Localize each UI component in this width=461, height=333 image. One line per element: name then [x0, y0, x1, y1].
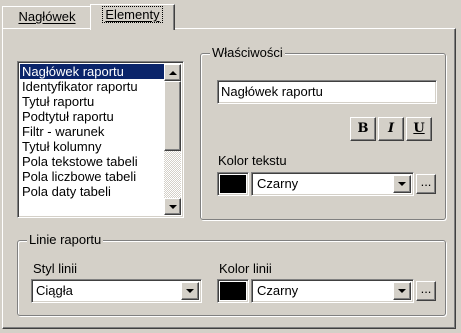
- scroll-thumb[interactable]: [164, 81, 181, 151]
- text-color-swatch-box: [217, 172, 249, 196]
- tab-elementy[interactable]: Elementy: [90, 4, 175, 30]
- elements-listbox[interactable]: Nagłówek raportu Identyfikator raportu T…: [17, 61, 184, 218]
- line-style-dropdown-button[interactable]: [181, 282, 199, 300]
- line-color-select[interactable]: Czarny: [251, 279, 414, 303]
- report-lines-legend: Linie raportu: [27, 232, 104, 247]
- list-item[interactable]: Pola liczbowe tabeli: [20, 169, 165, 184]
- list-item[interactable]: Podtytuł raportu: [20, 109, 165, 124]
- chevron-down-icon: [186, 289, 194, 293]
- line-color-swatch-box: [217, 279, 249, 303]
- properties-legend: Właściwości: [210, 45, 285, 60]
- underline-icon: U: [413, 121, 425, 136]
- arrow-down-icon: [168, 204, 177, 209]
- line-style-label: Styl linii: [33, 261, 78, 276]
- list-item[interactable]: Nagłówek raportu: [20, 64, 165, 79]
- text-color-swatch: [220, 175, 246, 193]
- text-color-label: Kolor tekstu: [218, 153, 287, 168]
- chevron-down-icon: [398, 182, 406, 186]
- line-color-swatch: [220, 282, 246, 300]
- scroll-up-button[interactable]: [164, 64, 181, 81]
- list-item[interactable]: Identyfikator raportu: [20, 79, 165, 94]
- line-color-dropdown-button[interactable]: [393, 282, 411, 300]
- list-item[interactable]: Filtr - warunek: [20, 124, 165, 139]
- line-style-select[interactable]: Ciągła: [31, 279, 202, 303]
- tab-elementy-label: Elementy: [102, 6, 163, 23]
- italic-button[interactable]: I: [378, 117, 404, 141]
- elements-list: Nagłówek raportu Identyfikator raportu T…: [20, 64, 165, 199]
- scroll-down-button[interactable]: [164, 198, 181, 215]
- bold-icon: B: [357, 121, 369, 136]
- list-item[interactable]: Pola daty tabeli: [20, 184, 165, 199]
- text-value-field[interactable]: Nagłówek raportu: [217, 80, 437, 104]
- line-color-more-button[interactable]: ...: [416, 281, 436, 301]
- list-item[interactable]: Tytuł raportu: [20, 94, 165, 109]
- text-color-select[interactable]: Czarny: [251, 172, 414, 196]
- ellipsis-icon: ...: [420, 281, 432, 296]
- chevron-down-icon: [398, 289, 406, 293]
- text-color-dropdown-button[interactable]: [393, 175, 411, 193]
- tab-naglowek[interactable]: Nagłówek: [2, 6, 92, 29]
- line-color-label: Kolor linii: [219, 261, 272, 276]
- report-lines-group: [17, 240, 446, 316]
- text-value: Nagłówek raportu: [221, 84, 323, 99]
- line-color-value: Czarny: [257, 283, 299, 298]
- tab-naglowek-label: Nagłówek: [18, 9, 76, 24]
- underline-button[interactable]: U: [406, 117, 432, 141]
- arrow-up-icon: [168, 70, 177, 75]
- bold-button[interactable]: B: [350, 117, 376, 141]
- list-item[interactable]: Tytuł kolumny: [20, 139, 165, 154]
- italic-icon: I: [387, 121, 395, 136]
- line-style-value: Ciągła: [36, 283, 73, 298]
- ellipsis-icon: ...: [420, 174, 432, 189]
- text-color-value: Czarny: [257, 176, 299, 191]
- list-item[interactable]: Pola tekstowe tabeli: [20, 154, 165, 169]
- text-color-more-button[interactable]: ...: [416, 174, 436, 194]
